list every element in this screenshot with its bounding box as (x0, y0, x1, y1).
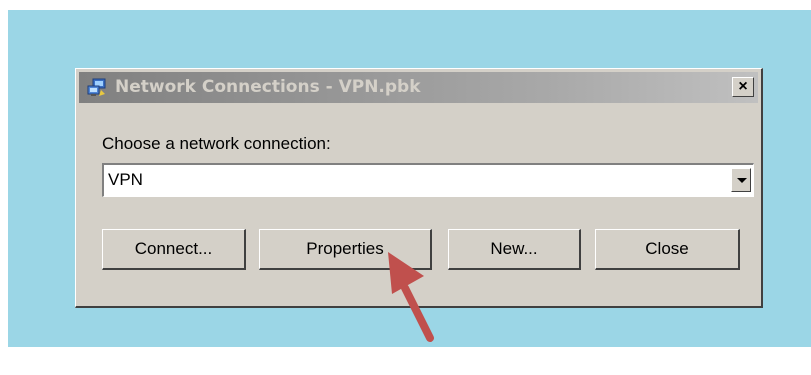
chevron-down-icon[interactable] (731, 168, 751, 192)
network-connections-icon (87, 78, 109, 98)
close-window-button[interactable]: × (732, 77, 754, 97)
title-bar[interactable]: Network Connections - VPN.pbk × (79, 72, 758, 103)
new-button[interactable]: New... (448, 229, 581, 270)
choose-connection-label: Choose a network connection: (102, 134, 331, 153)
connection-select[interactable]: VPN (102, 163, 754, 197)
connect-button[interactable]: Connect... (102, 229, 246, 270)
network-connections-dialog: Network Connections - VPN.pbk × Choose a… (75, 68, 763, 308)
properties-button[interactable]: Properties (259, 229, 432, 270)
close-button[interactable]: Close (595, 229, 740, 270)
window-title: Network Connections - VPN.pbk (115, 77, 421, 97)
connection-select-value: VPN (108, 170, 143, 189)
